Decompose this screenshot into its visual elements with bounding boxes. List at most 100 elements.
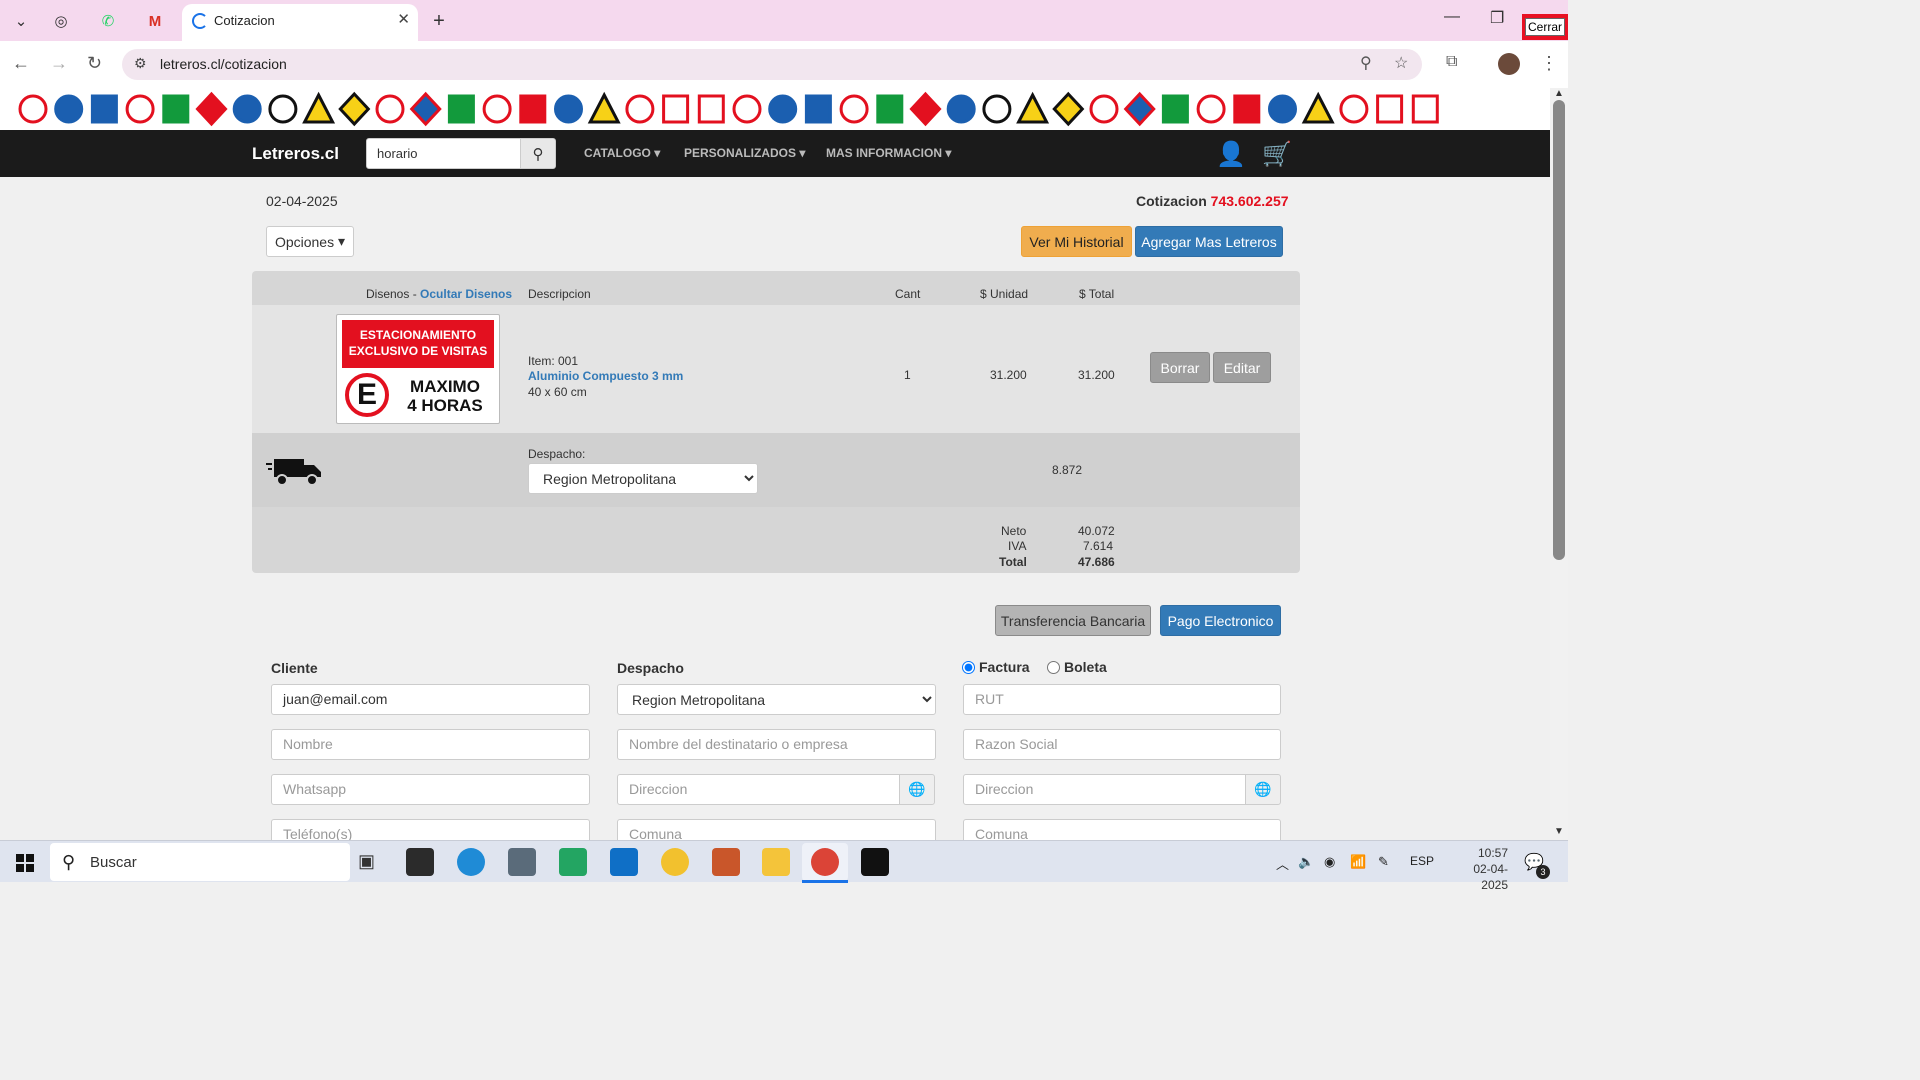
safety-sign-icon <box>697 94 725 124</box>
boleta-option[interactable]: Boleta <box>1047 659 1107 675</box>
chrome-taskbar-item[interactable] <box>802 843 848 881</box>
item-total: 31.200 <box>1078 368 1115 382</box>
history-button[interactable]: Ver Mi Historial <box>1021 226 1132 257</box>
search-icon: ⚲ <box>532 145 544 163</box>
clock[interactable]: 10:57 02-04-2025 <box>1450 845 1508 893</box>
gmail-tab-icon[interactable]: M <box>142 8 168 34</box>
bookmark-star-icon[interactable]: ☆ <box>1394 53 1408 73</box>
browser-tab-bar: ⌄ ◎ ✆ M Cotizacion ✕ + — ❐ Cerrar <box>0 0 1568 41</box>
wifi-icon[interactable]: 📶 <box>1350 854 1366 870</box>
vscode-icon[interactable] <box>610 848 638 876</box>
safety-sign-icon <box>554 94 583 124</box>
site-info-icon[interactable]: ⚙ <box>134 55 147 72</box>
nombre-field[interactable]: Nombre <box>271 729 590 760</box>
direccion-factura-field[interactable]: Direccion <box>963 774 1246 805</box>
back-icon[interactable]: ← <box>12 53 30 74</box>
factura-option[interactable]: Factura <box>962 659 1030 675</box>
taskbar-search[interactable]: ⚲ Buscar <box>50 843 350 881</box>
page-scrollbar[interactable]: ▲ ▼ <box>1550 88 1568 840</box>
search-button[interactable]: ⚲ <box>520 138 556 169</box>
bank-transfer-button[interactable]: Transferencia Bancaria <box>995 605 1151 636</box>
scroll-down-icon[interactable]: ▼ <box>1554 826 1564 837</box>
menu-catalogo[interactable]: CATALOGO ▾ <box>584 146 660 160</box>
safety-sign-icon <box>662 94 690 124</box>
close-tab-icon[interactable]: ✕ <box>397 10 410 28</box>
edit-button[interactable]: Editar <box>1213 352 1271 383</box>
despacho-region-select[interactable]: Region Metropolitana <box>617 684 936 715</box>
app-icon[interactable] <box>861 848 889 876</box>
safety-sign-icon <box>1376 94 1404 124</box>
pen-icon[interactable]: ✎ <box>1378 854 1389 870</box>
app-icon[interactable] <box>508 848 536 876</box>
globe-icon[interactable]: 🌐 <box>899 774 935 805</box>
menu-dots-icon[interactable]: ⋮ <box>1540 53 1558 74</box>
shipping-region-select[interactable]: Region Metropolitana <box>528 463 758 494</box>
task-view-icon[interactable]: ▣ <box>358 851 375 872</box>
chatgpt-tab-icon[interactable]: ◎ <box>48 8 74 34</box>
shipping-row: Despacho: Region Metropolitana 8.872 <box>252 433 1300 507</box>
safety-sign-icon <box>54 94 84 124</box>
destinatario-field[interactable]: Nombre del destinatario o empresa <box>617 729 936 760</box>
header-description: Descripcion <box>528 287 591 301</box>
scroll-up-icon[interactable]: ▲ <box>1554 88 1564 99</box>
razon-social-field[interactable]: Razon Social <box>963 729 1281 760</box>
whatsapp-tab-icon[interactable]: ✆ <box>95 8 121 34</box>
safety-sign-icon <box>876 94 904 124</box>
tray-chevron-icon[interactable]: ︿ <box>1276 854 1289 873</box>
safety-sign-icon <box>804 94 832 124</box>
language-indicator[interactable]: ESP <box>1410 854 1434 868</box>
item-material-link[interactable]: Aluminio Compuesto 3 mm <box>528 369 683 383</box>
windows-start-icon[interactable] <box>16 854 34 872</box>
profile-avatar[interactable] <box>1498 53 1520 75</box>
iva-label: IVA <box>1008 539 1027 553</box>
menu-mas-informacion[interactable]: MAS INFORMACION ▾ <box>826 146 951 160</box>
linux-app-icon[interactable] <box>661 848 689 876</box>
omnibox[interactable]: ⚙ letreros.cl/cotizacion <box>122 49 1422 80</box>
scroll-thumb[interactable] <box>1553 100 1565 560</box>
electronic-payment-button[interactable]: Pago Electronico <box>1160 605 1281 636</box>
restore-icon[interactable]: ❐ <box>1490 8 1504 28</box>
delete-button[interactable]: Borrar <box>1150 352 1210 383</box>
options-dropdown[interactable]: Opciones ▾ <box>266 226 354 257</box>
quote-number: 743.602.257 <box>1210 193 1289 209</box>
terminal-app-icon[interactable] <box>406 848 434 876</box>
add-signs-button[interactable]: Agregar Mas Letreros <box>1135 226 1283 257</box>
email-field[interactable]: juan@email.com <box>271 684 590 715</box>
user-icon[interactable]: 👤 <box>1216 140 1246 169</box>
search-input[interactable] <box>366 138 521 169</box>
minimize-icon[interactable]: — <box>1444 8 1460 26</box>
safety-sign-icon <box>232 94 262 124</box>
boleta-radio[interactable] <box>1047 660 1060 674</box>
cart-icon[interactable]: 🛒 <box>1262 140 1292 169</box>
tab-search-icon[interactable]: ⌄ <box>8 8 34 34</box>
site-brand[interactable]: Letreros.cl <box>252 144 339 164</box>
globe-icon[interactable]: 🌐 <box>1245 774 1281 805</box>
volume-icon[interactable]: 🔈 <box>1298 854 1314 870</box>
zoom-icon[interactable]: ⚲ <box>1360 53 1372 73</box>
app-icon[interactable] <box>712 848 740 876</box>
hide-designs-link[interactable]: Ocultar Disenos <box>420 287 512 301</box>
chrome-icon <box>811 848 839 876</box>
file-explorer-icon[interactable] <box>762 848 790 876</box>
safety-sign-icon <box>302 91 336 124</box>
edge-app-icon[interactable] <box>457 848 485 876</box>
safety-sign-icon <box>375 94 405 124</box>
vscode-insiders-icon[interactable] <box>559 848 587 876</box>
close-window-button[interactable]: Cerrar <box>1522 14 1568 40</box>
whatsapp-field[interactable]: Whatsapp <box>271 774 590 805</box>
reload-icon[interactable]: ↻ <box>87 53 102 74</box>
direccion-field[interactable]: Direccion <box>617 774 900 805</box>
factura-radio[interactable] <box>962 660 975 674</box>
forward-icon[interactable]: → <box>50 53 68 74</box>
cart-table: Disenos - Ocultar Disenos Descripcion Ca… <box>252 271 1300 573</box>
sign-bottom-text: MAXIMO 4 HORAS <box>407 377 483 415</box>
safety-sign-icon <box>625 94 655 124</box>
rut-field[interactable]: RUT <box>963 684 1281 715</box>
new-tab-icon[interactable]: + <box>426 8 452 34</box>
safety-sign-icon <box>162 94 190 124</box>
active-tab[interactable]: Cotizacion ✕ <box>182 4 418 41</box>
chrome-tray-icon[interactable]: ◉ <box>1324 854 1335 870</box>
menu-personalizados[interactable]: PERSONALIZADOS ▾ <box>684 146 805 160</box>
extensions-icon[interactable]: ⧉ <box>1446 53 1457 71</box>
loading-icon <box>192 13 208 29</box>
